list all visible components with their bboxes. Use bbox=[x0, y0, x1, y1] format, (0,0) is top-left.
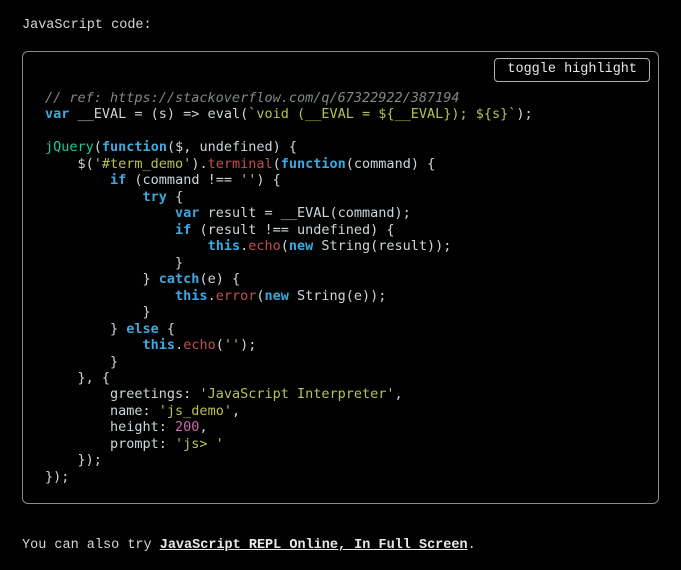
toggle-highlight-button[interactable]: toggle highlight bbox=[494, 58, 650, 82]
code-keyword-new: new bbox=[289, 238, 313, 254]
code-text: (result !== undefined) { bbox=[191, 222, 394, 238]
code-text: } bbox=[45, 271, 159, 287]
code-keyword-var: var bbox=[175, 205, 199, 221]
code-text: ( bbox=[281, 238, 289, 254]
code-text: ). bbox=[191, 156, 207, 172]
outro-suffix: . bbox=[468, 538, 476, 553]
code-text: ( bbox=[216, 337, 224, 353]
code-container: toggle highlight // ref: https://stackov… bbox=[22, 51, 659, 504]
code-method-terminal: terminal bbox=[208, 156, 273, 172]
code-text: ); bbox=[516, 106, 532, 122]
code-text: . bbox=[240, 238, 248, 254]
outro-text: You can also try JavaScript REPL Online,… bbox=[22, 538, 659, 553]
code-text: . bbox=[175, 337, 183, 353]
code-text: (e) { bbox=[199, 271, 240, 287]
code-comment: // ref: https://stackoverflow.com/q/6732… bbox=[45, 90, 460, 106]
repl-link[interactable]: JavaScript REPL Online, In Full Screen bbox=[160, 538, 468, 553]
code-text: . bbox=[208, 288, 216, 304]
intro-label: JavaScript code: bbox=[22, 18, 659, 33]
code-text: String(result)); bbox=[313, 238, 451, 254]
code-text: __EVAL = (s) => eval( bbox=[69, 106, 248, 122]
code-text: } bbox=[45, 255, 183, 271]
code-text: } bbox=[45, 304, 151, 320]
code-text: , bbox=[199, 419, 207, 435]
code-keyword-if: if bbox=[110, 172, 126, 188]
code-block: // ref: https://stackoverflow.com/q/6732… bbox=[45, 90, 636, 485]
code-text: prompt: bbox=[45, 436, 175, 452]
code-text: $( bbox=[45, 156, 94, 172]
code-method-echo: echo bbox=[183, 337, 216, 353]
code-keyword-new: new bbox=[264, 288, 288, 304]
code-text: { bbox=[159, 321, 175, 337]
code-text: greetings: bbox=[45, 386, 199, 402]
code-text: ( bbox=[273, 156, 281, 172]
code-text: } bbox=[45, 321, 126, 337]
code-text: }); bbox=[45, 452, 102, 468]
code-fn-jquery: jQuery bbox=[45, 139, 94, 155]
code-keyword-this: this bbox=[208, 238, 241, 254]
code-string: 'js> ' bbox=[175, 436, 224, 452]
code-text: ) { bbox=[256, 172, 280, 188]
code-keyword-else: else bbox=[126, 321, 159, 337]
code-text: result = __EVAL(command); bbox=[199, 205, 410, 221]
code-keyword-try: try bbox=[143, 189, 167, 205]
code-text: ( bbox=[94, 139, 102, 155]
code-method-echo: echo bbox=[248, 238, 281, 254]
code-text: String(e)); bbox=[289, 288, 387, 304]
code-text: (command) { bbox=[346, 156, 435, 172]
code-text: ); bbox=[240, 337, 256, 353]
code-keyword-this: this bbox=[143, 337, 176, 353]
code-keyword-function: function bbox=[281, 156, 346, 172]
code-string: 'JavaScript Interpreter' bbox=[199, 386, 394, 402]
code-text: } bbox=[45, 354, 118, 370]
code-string: 'js_demo' bbox=[159, 403, 232, 419]
code-string: '#term_demo' bbox=[94, 156, 192, 172]
code-text: }, { bbox=[45, 370, 110, 386]
code-keyword-function: function bbox=[102, 139, 167, 155]
outro-prefix: You can also try bbox=[22, 538, 160, 553]
code-text: name: bbox=[45, 403, 159, 419]
code-string: `void (__EVAL = ${__EVAL}); ${s}` bbox=[248, 106, 516, 122]
code-text: , bbox=[395, 386, 403, 402]
code-keyword-catch: catch bbox=[159, 271, 200, 287]
code-string: '' bbox=[240, 172, 256, 188]
code-keyword-if: if bbox=[175, 222, 191, 238]
code-keyword-var: var bbox=[45, 106, 69, 122]
code-text: { bbox=[167, 189, 183, 205]
code-text: , bbox=[232, 403, 240, 419]
code-text: (command !== bbox=[126, 172, 240, 188]
code-method-error: error bbox=[216, 288, 257, 304]
code-keyword-this: this bbox=[175, 288, 208, 304]
code-number: 200 bbox=[175, 419, 199, 435]
code-string: '' bbox=[224, 337, 240, 353]
code-text: ($, undefined) { bbox=[167, 139, 297, 155]
code-text: height: bbox=[45, 419, 175, 435]
code-text: }); bbox=[45, 469, 69, 485]
